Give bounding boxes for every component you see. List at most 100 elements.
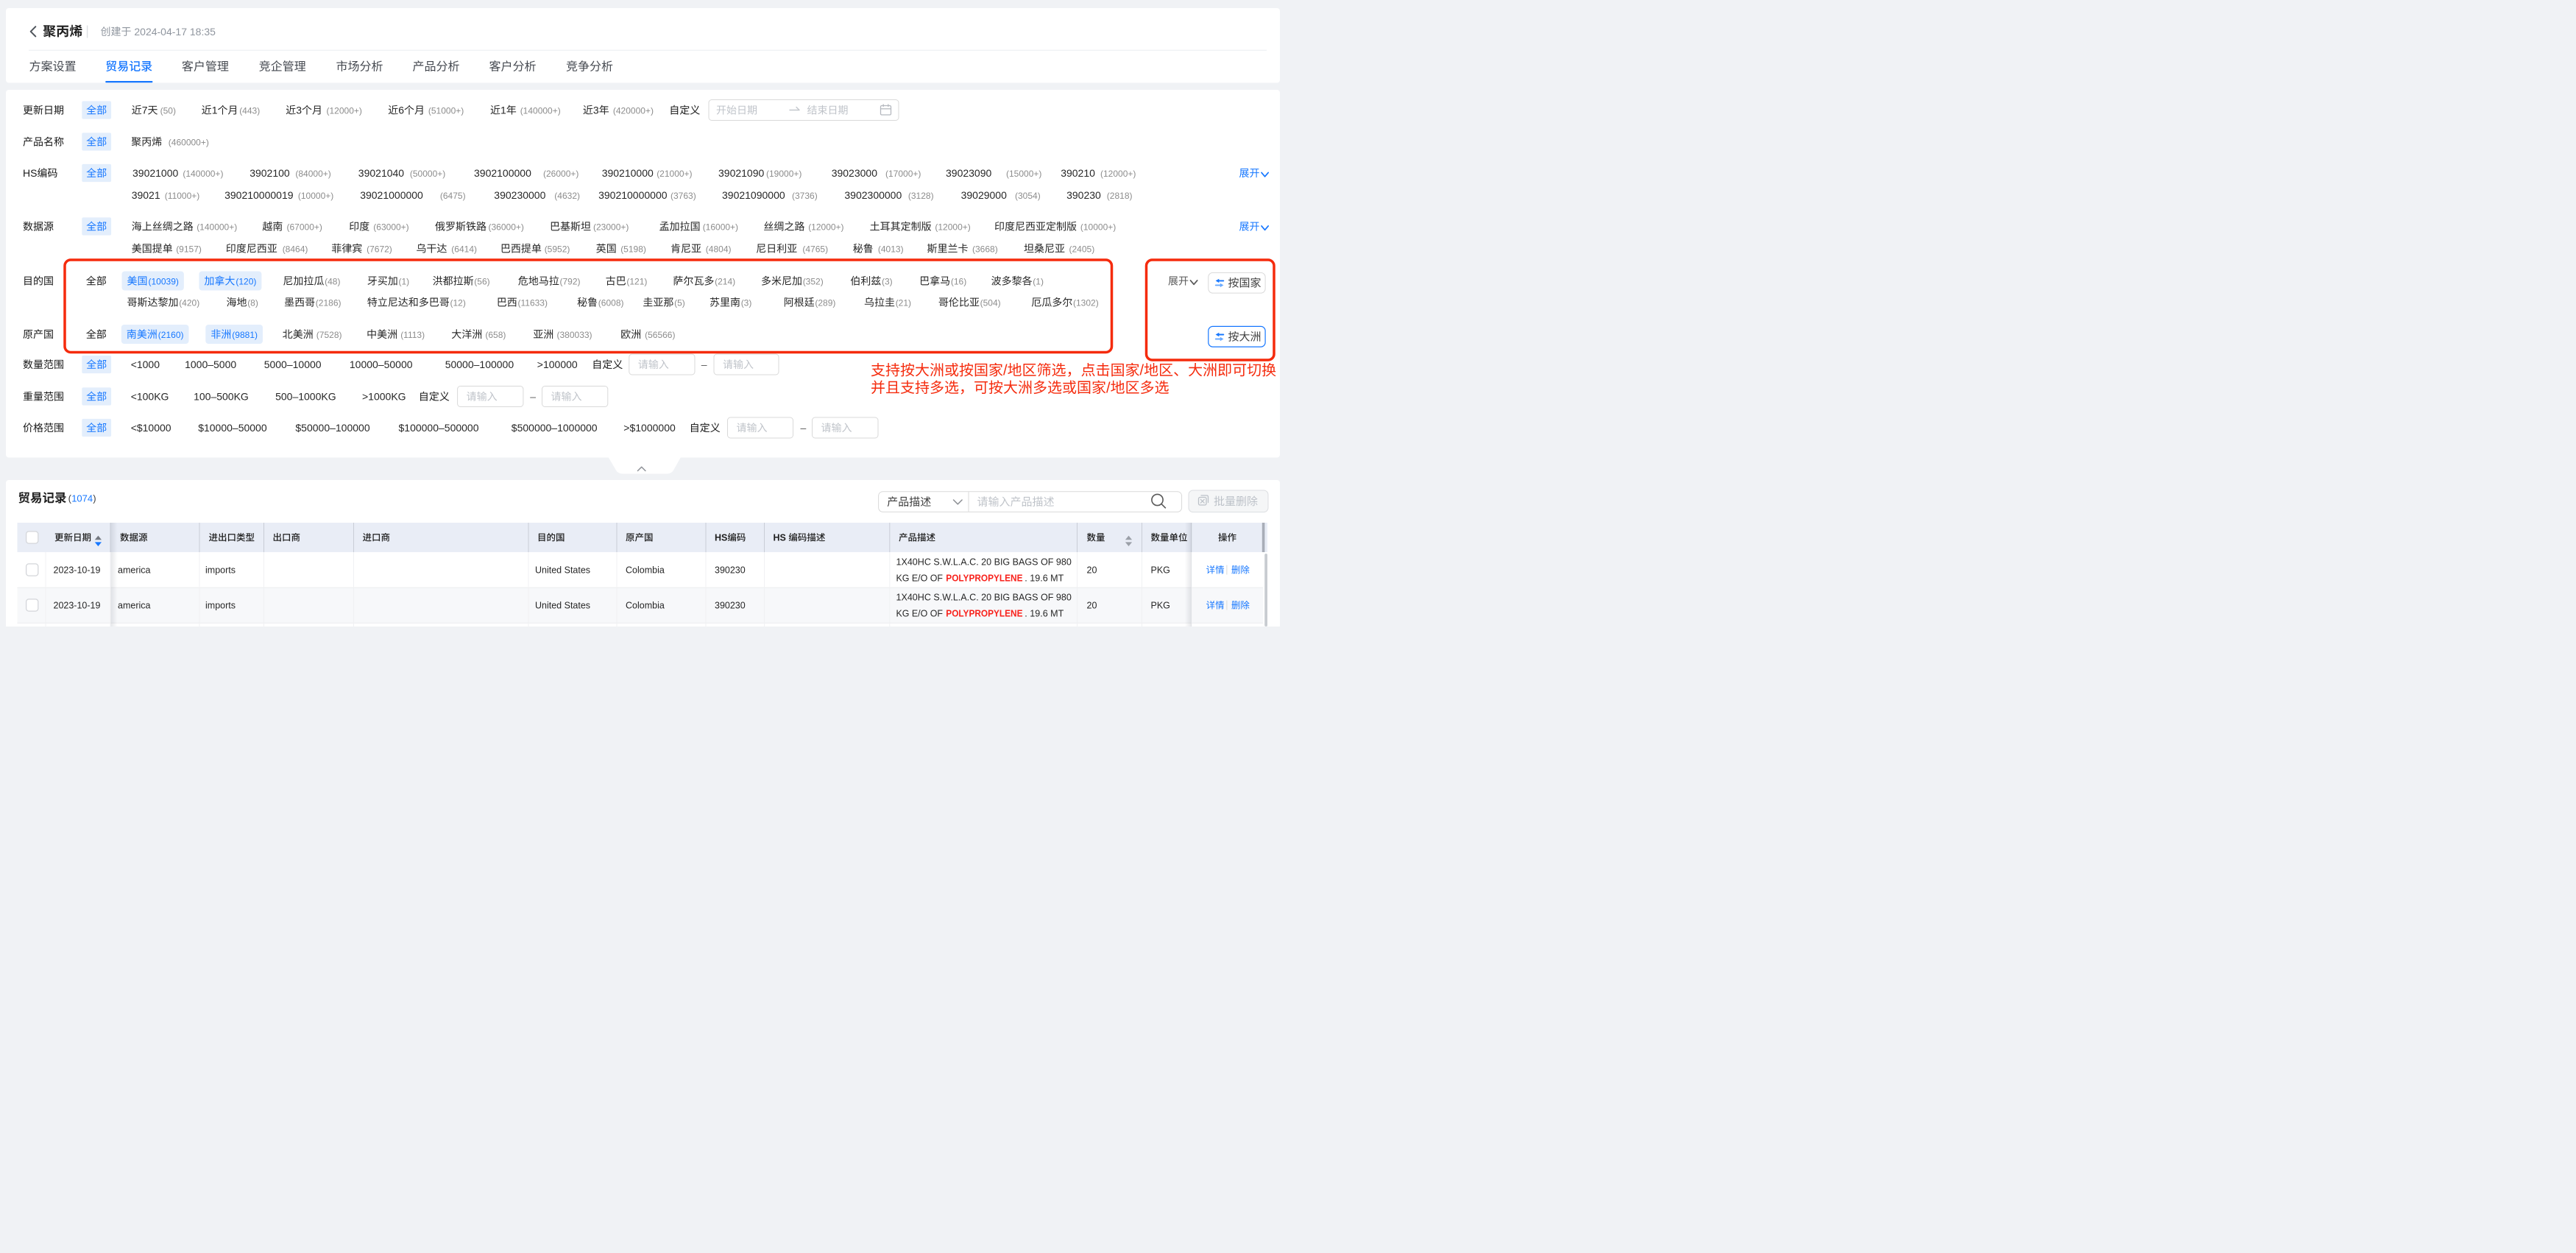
svg-text:(5198): (5198) (620, 244, 646, 254)
svg-text:(3668): (3668) (972, 244, 998, 254)
svg-text:–: – (801, 422, 807, 434)
svg-text:PKG: PKG (1151, 600, 1170, 610)
svg-text:>1000KG: >1000KG (362, 391, 406, 403)
svg-text:(8464): (8464) (283, 244, 308, 254)
svg-text:(48): (48) (325, 276, 340, 286)
svg-text:(5952): (5952) (545, 244, 570, 254)
svg-text:(4765): (4765) (802, 244, 828, 254)
svg-text:>$1000000: >$1000000 (623, 422, 676, 434)
svg-text:10000–50000: 10000–50000 (350, 359, 413, 370)
svg-text:/: / (1106, 380, 1111, 396)
svg-text:PKG: PKG (1151, 565, 1170, 575)
svg-text:(11633): (11633) (518, 297, 548, 308)
svg-text:/: / (1003, 363, 1008, 379)
svg-text:imports: imports (205, 565, 236, 575)
svg-text:(56): (56) (474, 276, 489, 286)
svg-text:1X40HC S.W.L.A.C. 20 BIG BAGS: 1X40HC S.W.L.A.C. 20 BIG BAGS OF 980 (896, 593, 1072, 603)
svg-text:(10000+): (10000+) (1080, 222, 1116, 232)
svg-text:(8): (8) (247, 297, 258, 308)
svg-text:(12000+): (12000+) (808, 222, 843, 232)
svg-text:(792): (792) (560, 276, 581, 286)
svg-text:(3736): (3736) (792, 191, 818, 201)
svg-text:<1000: <1000 (131, 359, 160, 370)
svg-text:3: 3 (296, 105, 302, 116)
svg-text:(1302): (1302) (1073, 297, 1099, 308)
svg-text:(4632): (4632) (554, 191, 580, 201)
svg-text:39021040: 39021040 (358, 167, 405, 179)
svg-text:1: 1 (212, 105, 218, 116)
svg-text:United States: United States (535, 565, 590, 575)
svg-text:america: america (118, 565, 151, 575)
svg-text:1X40HC S.W.L.A.C. 20 BIG BAGS: 1X40HC S.W.L.A.C. 20 BIG BAGS OF 980 (896, 557, 1072, 568)
svg-text:–: – (701, 359, 707, 370)
svg-text:(67000+): (67000+) (287, 222, 322, 232)
svg-text:Colombia: Colombia (626, 565, 665, 575)
svg-text:39021: 39021 (132, 189, 160, 201)
svg-text:<100KG: <100KG (131, 391, 169, 403)
svg-text:(17000+): (17000+) (885, 169, 921, 179)
svg-text:(3763): (3763) (670, 191, 696, 201)
svg-text:2023-10-19: 2023-10-19 (54, 565, 101, 575)
svg-text:390230: 390230 (715, 600, 746, 610)
svg-text:20: 20 (1087, 565, 1097, 575)
svg-text:(443): (443) (239, 105, 260, 116)
svg-text:imports: imports (205, 600, 236, 610)
svg-text:1074: 1074 (71, 493, 93, 504)
svg-text:(2160): (2160) (158, 330, 184, 340)
svg-text:): ) (93, 493, 96, 504)
svg-text:Colombia: Colombia (626, 600, 665, 610)
svg-text:(12): (12) (450, 297, 466, 308)
svg-text:(3): (3) (882, 276, 893, 286)
svg-text:390210000019: 390210000019 (224, 189, 294, 201)
svg-text:(9881): (9881) (232, 330, 258, 340)
svg-text:3902100000: 3902100000 (474, 167, 531, 179)
svg-text:(2818): (2818) (1107, 191, 1133, 201)
svg-text:(4013): (4013) (878, 244, 904, 254)
svg-text:$100000–500000: $100000–500000 (399, 422, 479, 434)
svg-text:(36000+): (36000+) (489, 222, 524, 232)
svg-text:1: 1 (500, 105, 506, 116)
svg-text:(420): (420) (179, 297, 199, 308)
svg-text:POLYPROPYLENE: POLYPROPYLENE (946, 608, 1022, 618)
svg-text:HS: HS (23, 167, 37, 179)
svg-text:america: america (118, 600, 151, 610)
svg-text:2024-04-17 18:35: 2024-04-17 18:35 (134, 26, 216, 38)
svg-text:(12000+): (12000+) (327, 105, 362, 116)
svg-text:(7672): (7672) (367, 244, 392, 254)
svg-text:POLYPROPYLENE: POLYPROPYLENE (946, 573, 1022, 583)
svg-text:390230: 390230 (1066, 189, 1101, 201)
svg-text:(4804): (4804) (706, 244, 732, 254)
svg-text:500–1000KG: 500–1000KG (275, 391, 336, 403)
svg-text:20: 20 (1087, 600, 1097, 610)
svg-text:5000–10000: 5000–10000 (264, 359, 322, 370)
svg-text:>100000: >100000 (537, 359, 578, 370)
svg-text:KG E/O OF: KG E/O OF (896, 608, 944, 618)
svg-text:(3): (3) (741, 297, 752, 308)
svg-text:2023-10-19: 2023-10-19 (54, 600, 101, 610)
svg-text:(1113): (1113) (400, 330, 425, 340)
svg-text:39021090000: 39021090000 (722, 189, 785, 201)
svg-text:39029000: 39029000 (961, 189, 1008, 201)
svg-text:(2405): (2405) (1069, 244, 1095, 254)
svg-text:(19000+): (19000+) (766, 169, 802, 179)
svg-text:39021000: 39021000 (132, 167, 179, 179)
svg-text:–: – (530, 391, 536, 403)
svg-text:(352): (352) (803, 276, 824, 286)
svg-text:(140000+): (140000+) (197, 222, 237, 232)
svg-text:(84000+): (84000+) (295, 169, 330, 179)
svg-text:(23000+): (23000+) (593, 222, 629, 232)
svg-text:(120): (120) (236, 276, 256, 286)
svg-text:(10039): (10039) (149, 276, 179, 286)
svg-text:(50): (50) (160, 105, 176, 116)
svg-text:(289): (289) (815, 297, 835, 308)
svg-text:(6414): (6414) (451, 244, 477, 254)
svg-text:(51000+): (51000+) (428, 105, 464, 116)
svg-text:(3054): (3054) (1015, 191, 1041, 201)
svg-text:(658): (658) (485, 330, 506, 340)
svg-text:HS: HS (774, 532, 786, 543)
svg-text:(21): (21) (896, 297, 911, 308)
svg-text:(50000+): (50000+) (410, 169, 445, 179)
svg-text:(1): (1) (1033, 276, 1044, 286)
svg-text:(5): (5) (674, 297, 685, 308)
svg-text:(26000+): (26000+) (543, 169, 578, 179)
